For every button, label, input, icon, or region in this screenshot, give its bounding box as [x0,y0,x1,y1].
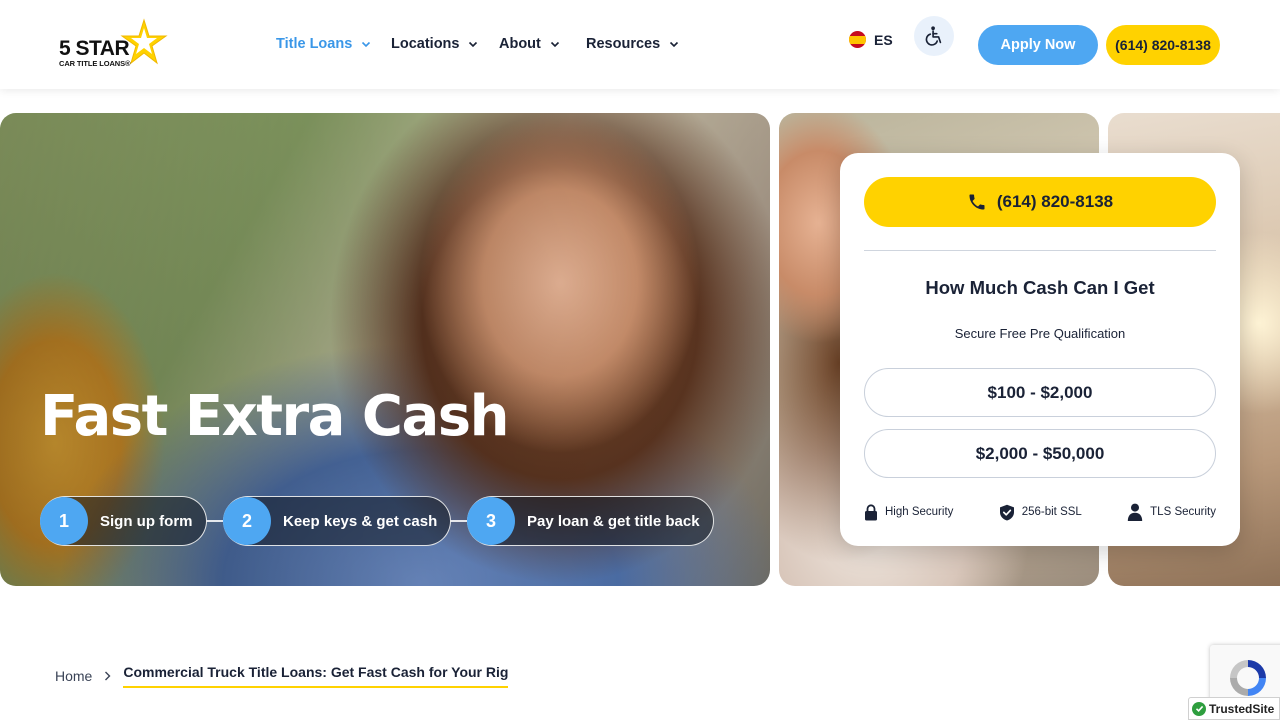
card-subtitle: Secure Free Pre Qualification [954,326,1126,341]
nav-label: Resources [586,36,661,52]
user-icon [1127,503,1143,521]
step-label: Sign up form [100,512,193,530]
security-label: High Security [885,506,954,518]
security-badge: 256-bit SSL [999,504,1082,521]
phone-icon [969,194,985,210]
security-badge: TLS Security [1127,503,1216,521]
nav-label: Title Loans [276,36,353,52]
step-number: 3 [467,497,515,545]
card-phone-label: (614) 820-8138 [996,192,1114,211]
logo[interactable]: 5 STAR CAR TITLE LOANS® [58,18,170,72]
amount-option-small[interactable]: $100 - $2,000 [864,368,1216,417]
lock-icon [865,503,877,520]
main-nav: Title Loans Locations About Resources [276,36,686,52]
step-number: 2 [223,497,271,545]
step-label: Pay loan & get title back [527,512,700,530]
logo-text: 5 STAR [59,37,130,60]
step-number: 1 [40,497,88,545]
breadcrumb-current: Commercial Truck Title Loans: Get Fast C… [123,664,509,688]
nav-label: Locations [391,36,460,52]
nav-resources[interactable]: Resources [586,36,686,52]
chevron-right-icon [105,671,111,681]
security-label: 256-bit SSL [1021,506,1082,518]
breadcrumb-home-link[interactable]: Home [55,668,92,684]
card-phone-button[interactable]: (614) 820-8138 [864,177,1216,227]
language-label: ES [874,31,893,48]
step-sign-up: 1 Sign up form [40,496,207,546]
hero-title: Fast Extra Cash [40,384,510,449]
wheelchair-icon [925,26,942,46]
apply-now-button[interactable]: Apply Now [978,25,1098,65]
accessibility-button[interactable] [914,16,954,56]
trustedsite-label: TrustedSite [1209,701,1275,716]
chevron-down-icon [469,41,478,48]
recaptcha-icon [1229,659,1266,696]
nav-locations[interactable]: Locations [391,36,499,52]
chevron-down-icon [670,41,679,48]
nav-label: About [499,36,541,52]
nav-about[interactable]: About [499,36,586,52]
chevron-down-icon [550,41,559,48]
spain-flag-icon [849,31,866,48]
step-pay-loan: 3 Pay loan & get title back [467,496,714,546]
site-header: 5 STAR CAR TITLE LOANS® Title Loans Loca… [0,0,1280,89]
security-label: TLS Security [1150,506,1216,518]
shield-check-icon [999,504,1014,520]
step-connector [206,520,224,522]
amount-option-large[interactable]: $2,000 - $50,000 [864,429,1216,478]
nav-title-loans[interactable]: Title Loans [276,36,391,52]
security-badge: High Security [864,503,954,521]
prequalification-card: (614) 820-8138 How Much Cash Can I Get S… [840,153,1240,546]
header-phone-button[interactable]: (614) 820-8138 [1106,25,1220,65]
breadcrumb: Home Commercial Truck Title Loans: Get F… [55,664,509,688]
trustedsite-badge[interactable]: TrustedSite [1188,697,1280,720]
star-icon [120,18,168,65]
checkmark-icon [1192,701,1206,716]
card-title: How Much Cash Can I Get [925,277,1155,298]
step-connector [450,520,468,522]
chevron-down-icon [362,41,371,48]
divider [864,250,1216,251]
language-switcher[interactable]: ES [849,31,893,48]
security-badges: High Security 256-bit SSL TLS Security [864,501,1216,523]
step-get-cash: 2 Keep keys & get cash [223,496,451,546]
step-label: Keep keys & get cash [283,512,438,530]
